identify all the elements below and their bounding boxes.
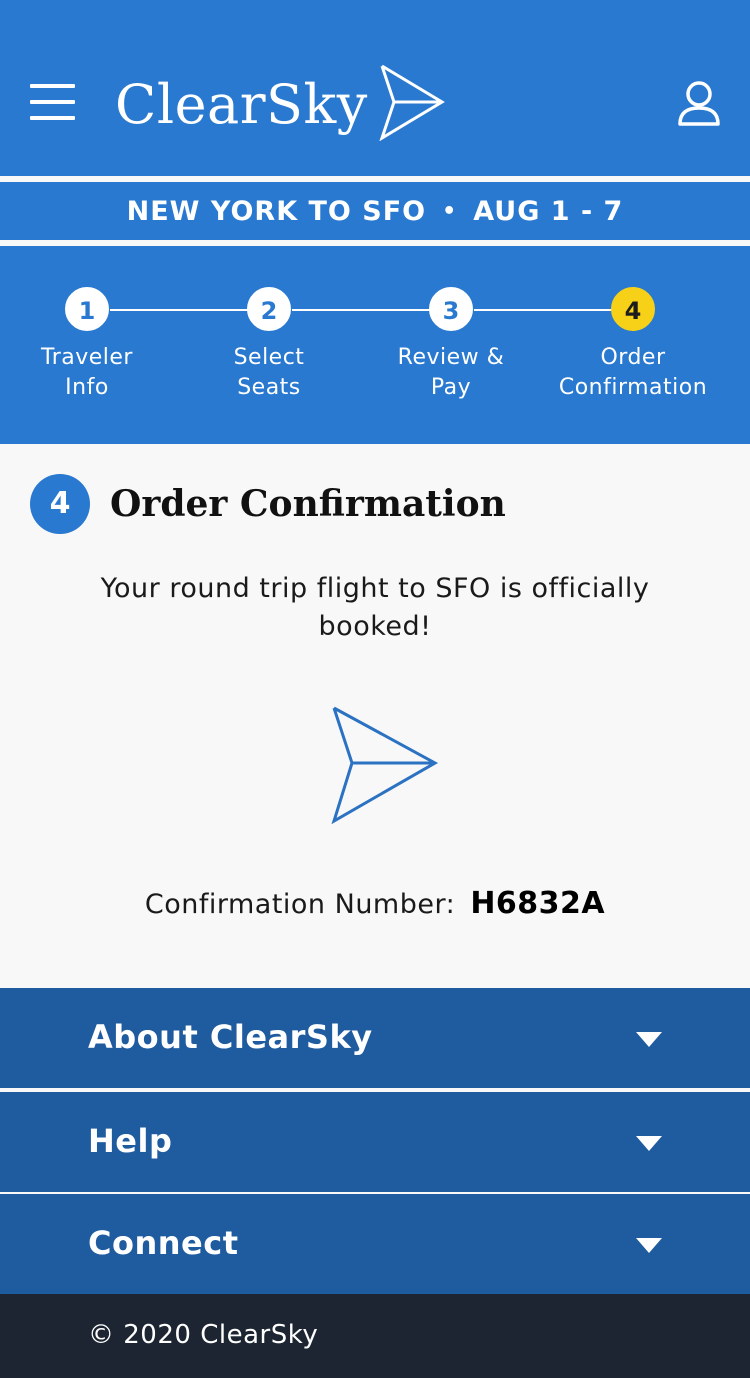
paper-plane-icon	[379, 64, 445, 141]
trip-summary-bar: NEW YORK TO SFO • AUG 1 - 7	[0, 182, 750, 240]
confirmation-number-label: Confirmation Number:	[144, 889, 456, 920]
booking-progress-stepper: 1 Traveler Info 2 Select Seats 3 Review & P…	[0, 246, 750, 444]
trip-dates: AUG 1 - 7	[473, 195, 624, 227]
step-select-seats[interactable]: 2 Select Seats	[179, 287, 359, 403]
separator-dot: •	[442, 198, 458, 224]
section-step-badge: 4	[30, 474, 90, 534]
trip-route: NEW YORK TO SFO	[126, 195, 427, 227]
step-number-badge: 3	[429, 287, 473, 331]
copyright-text: © 2020 ClearSky	[88, 1320, 319, 1350]
section-heading: 4 Order Confirmation	[30, 474, 506, 534]
accordion-connect[interactable]: Connect	[0, 1194, 750, 1294]
page-title: Order Confirmation	[110, 483, 506, 525]
app-header: ClearSky	[0, 0, 750, 176]
step-label: Select Seats	[233, 345, 305, 400]
hamburger-menu-icon[interactable]	[30, 84, 75, 122]
page-footer: © 2020 ClearSky	[0, 1294, 750, 1378]
booking-success-message: Your round trip flight to SFO is officia…	[100, 573, 650, 642]
accordion-label: Connect	[88, 1224, 239, 1262]
step-review-pay[interactable]: 3 Review & Pay	[361, 287, 541, 403]
step-order-confirmation[interactable]: 4 Order Confirmation	[543, 287, 723, 403]
accordion-help[interactable]: Help	[0, 1092, 750, 1192]
chevron-down-icon	[636, 1238, 662, 1253]
user-account-icon[interactable]	[676, 80, 722, 126]
brand-logo[interactable]: ClearSky	[115, 64, 446, 144]
step-number-badge: 2	[247, 287, 291, 331]
accordion-label: About ClearSky	[88, 1018, 373, 1056]
accordion-about[interactable]: About ClearSky	[0, 988, 750, 1088]
confirmation-number-value: H6832A	[470, 886, 606, 921]
step-traveler-info[interactable]: 1 Traveler Info	[0, 287, 177, 403]
confirmation-number-row: Confirmation Number: H6832A	[0, 886, 750, 921]
paper-plane-icon	[331, 706, 439, 825]
chevron-down-icon	[636, 1136, 662, 1151]
confirmation-panel: 4 Order Confirmation Your round trip fli…	[0, 444, 750, 988]
step-label: Review & Pay	[397, 345, 505, 400]
brand-name: ClearSky	[115, 72, 368, 136]
chevron-down-icon	[636, 1032, 662, 1047]
step-number-badge-active: 4	[611, 287, 655, 331]
step-label: Traveler Info	[41, 345, 133, 400]
step-number-badge: 1	[65, 287, 109, 331]
step-label: Order Confirmation	[558, 345, 708, 400]
accordion-label: Help	[88, 1122, 173, 1160]
